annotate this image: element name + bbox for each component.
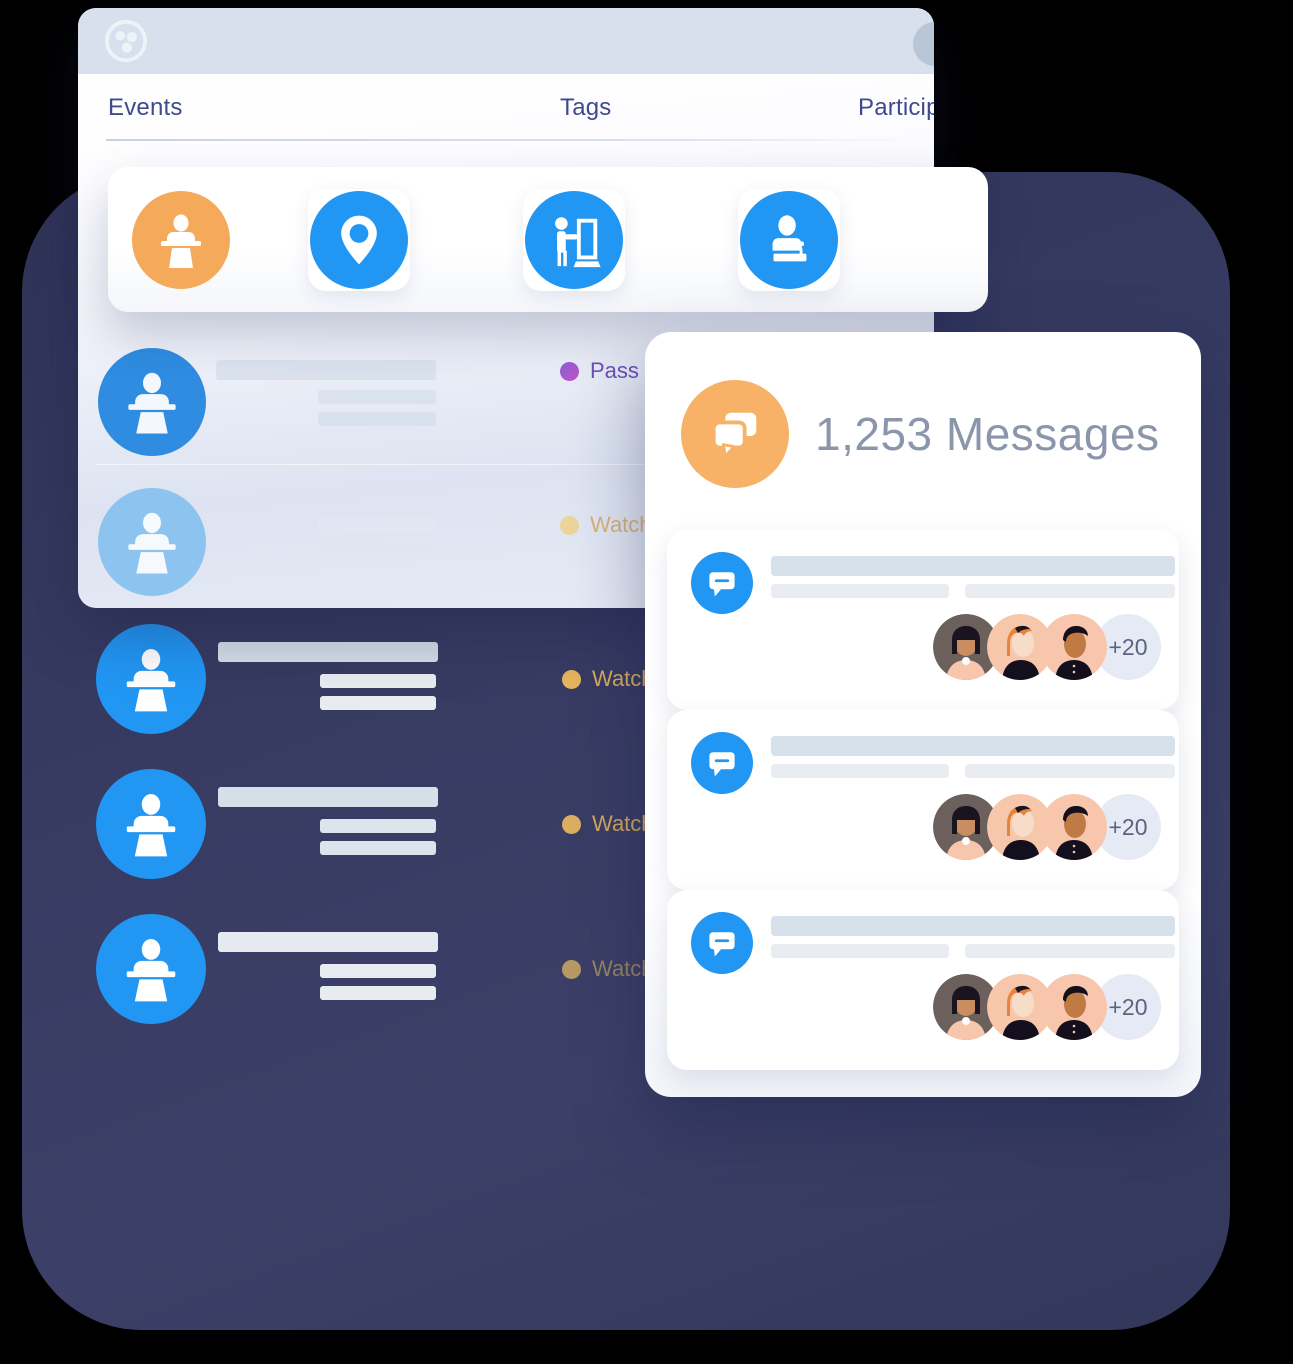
message-title-placeholder	[771, 556, 1175, 576]
status-dot-icon	[562, 959, 581, 979]
status-badge: Watch	[562, 666, 654, 692]
event-meta-placeholder	[318, 412, 436, 426]
event-meta-placeholder	[318, 518, 436, 532]
chat-bubble-icon	[691, 552, 753, 614]
status-badge: Pass	[560, 358, 639, 384]
category-location[interactable]	[308, 189, 410, 291]
status-dot-icon	[560, 515, 579, 535]
category-lecturer[interactable]	[738, 189, 840, 291]
tab-events[interactable]: Events	[108, 94, 183, 122]
chat-bubbles-icon	[681, 380, 789, 488]
window-titlebar	[78, 8, 934, 74]
tab-bar: Events Tags Participants	[78, 74, 934, 146]
message-list-item[interactable]: +20	[667, 710, 1179, 890]
event-title-placeholder	[218, 787, 438, 807]
speaker-podium-icon	[96, 624, 206, 734]
presenter-board-icon	[525, 191, 623, 289]
message-meta-placeholder	[965, 584, 1175, 598]
status-badge: Watch	[562, 811, 654, 837]
message-meta-placeholder	[771, 944, 949, 958]
message-list-item[interactable]: +20	[667, 890, 1179, 1070]
messages-card: 1,253 Messages +20 +20 +20	[645, 332, 1201, 1097]
participant-avatars[interactable]: +20	[933, 794, 1161, 860]
message-meta-placeholder	[965, 944, 1175, 958]
status-label: Pass	[590, 358, 639, 383]
community-logo-icon	[103, 18, 149, 64]
messages-header: 1,253 Messages	[681, 380, 1160, 488]
status-dot-icon	[562, 669, 581, 689]
event-meta-placeholder	[320, 674, 436, 688]
event-meta-placeholder	[320, 841, 436, 855]
event-meta-placeholder	[320, 964, 436, 978]
status-label: Watch	[590, 512, 652, 537]
event-row[interactable]: Watch	[0, 612, 740, 760]
event-row[interactable]: Watch	[0, 757, 740, 905]
status-badge: Watch	[560, 512, 652, 538]
event-title-placeholder	[218, 642, 438, 662]
category-speaker-podium[interactable]	[130, 189, 232, 291]
message-title-placeholder	[771, 916, 1175, 936]
avatar[interactable]	[913, 22, 934, 66]
tab-participants[interactable]: Participants	[858, 94, 934, 122]
speaker-podium-icon	[96, 914, 206, 1024]
status-badge: Watch	[562, 956, 654, 982]
event-meta-placeholder	[320, 819, 436, 833]
avatar-man-dark-hair	[1041, 614, 1107, 680]
event-meta-placeholder	[318, 540, 436, 554]
avatar-man-dark-hair	[1041, 974, 1107, 1040]
event-title-placeholder	[218, 932, 438, 952]
chat-bubble-icon	[691, 732, 753, 794]
category-presentation[interactable]	[523, 189, 625, 291]
participant-avatars[interactable]: +20	[933, 974, 1161, 1040]
lecturer-desk-icon	[740, 191, 838, 289]
event-row[interactable]: Watch	[0, 902, 740, 1050]
category-strip	[108, 167, 988, 312]
event-meta-placeholder	[320, 986, 436, 1000]
event-meta-placeholder	[318, 390, 436, 404]
status-dot-icon	[562, 814, 581, 834]
tab-tags[interactable]: Tags	[560, 94, 612, 122]
avatar-man-dark-hair	[1041, 794, 1107, 860]
message-meta-placeholder	[771, 584, 949, 598]
messages-count-label: 1,253 Messages	[815, 408, 1160, 460]
speaker-podium-icon	[98, 488, 206, 596]
scene-root: Watch Watch Watch Events Tags Particip P…	[0, 0, 1293, 1364]
speaker-podium-icon	[96, 769, 206, 879]
message-list-item[interactable]: +20	[667, 530, 1179, 710]
speaker-podium-icon	[132, 191, 230, 289]
message-meta-placeholder	[771, 764, 949, 778]
participant-avatars[interactable]: +20	[933, 614, 1161, 680]
event-title-placeholder	[216, 360, 436, 380]
map-pin-icon	[310, 191, 408, 289]
event-meta-placeholder	[320, 696, 436, 710]
message-title-placeholder	[771, 736, 1175, 756]
speaker-podium-icon	[98, 348, 206, 456]
chat-bubble-icon	[691, 912, 753, 974]
status-dot-icon	[560, 361, 579, 381]
tab-divider	[106, 139, 916, 141]
message-meta-placeholder	[965, 764, 1175, 778]
